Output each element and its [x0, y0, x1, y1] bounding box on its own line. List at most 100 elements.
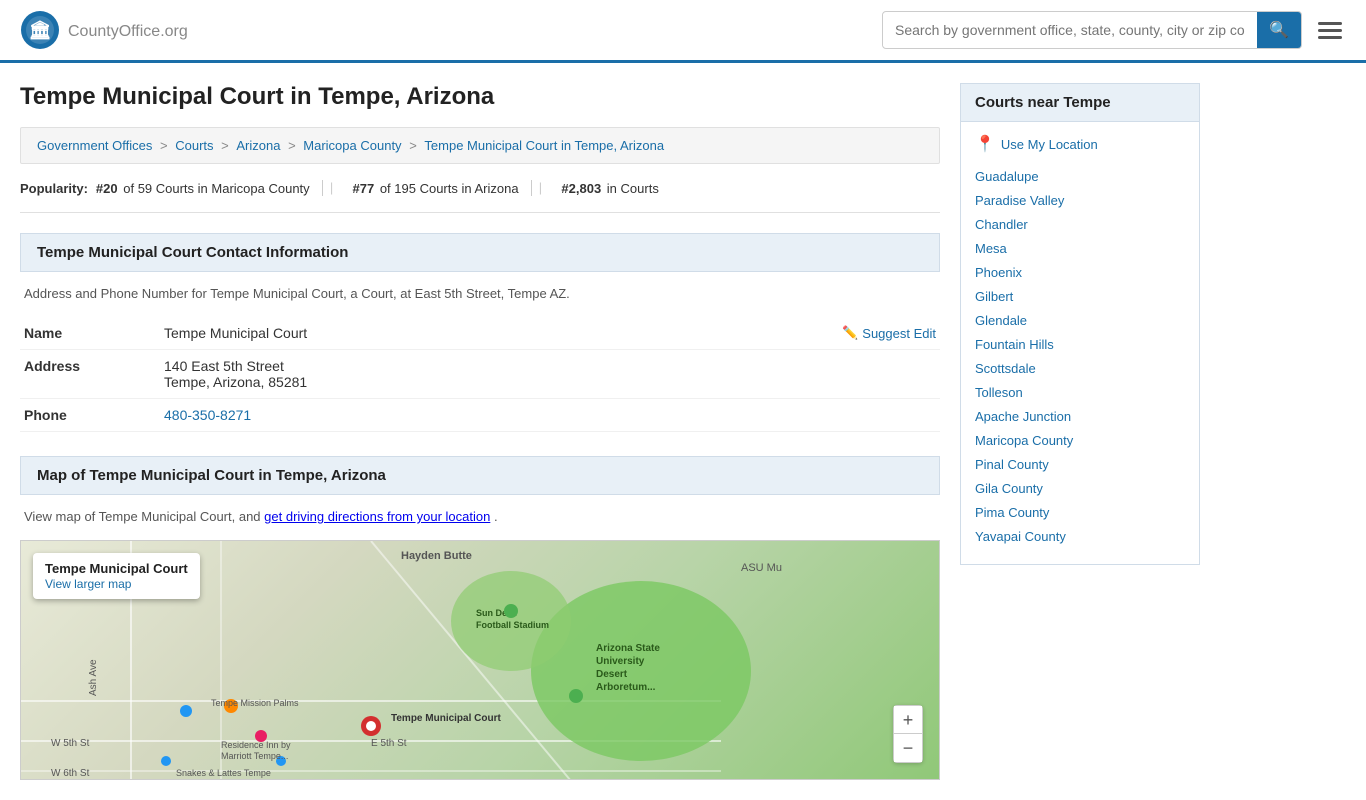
breadcrumb-link-1[interactable]: Courts: [175, 138, 213, 153]
table-row-address: Address 140 East 5th Street Tempe, Arizo…: [20, 350, 940, 399]
list-item: Pinal County: [975, 456, 1185, 472]
svg-text:W 6th St: W 6th St: [51, 768, 90, 779]
rank2: #77: [353, 181, 375, 196]
rank3-text: in Courts: [607, 181, 659, 196]
list-item: Fountain Hills: [975, 336, 1185, 352]
list-item: Tolleson: [975, 384, 1185, 400]
list-item: Paradise Valley: [975, 192, 1185, 208]
list-item: Glendale: [975, 312, 1185, 328]
svg-text:Tempe Municipal Court: Tempe Municipal Court: [391, 713, 501, 724]
view-larger-map-link[interactable]: View larger map: [45, 577, 131, 591]
list-item: Chandler: [975, 216, 1185, 232]
header-right: 🔍: [882, 11, 1346, 49]
rank1-text: of 59 Courts in Maricopa County: [123, 181, 309, 196]
svg-text:Marriott Tempe...: Marriott Tempe...: [221, 751, 288, 761]
list-item: Guadalupe: [975, 168, 1185, 184]
svg-text:E 5th St: E 5th St: [371, 738, 407, 749]
list-item: Phoenix: [975, 264, 1185, 280]
list-item: Pima County: [975, 504, 1185, 520]
svg-text:Tempe Mission Palms: Tempe Mission Palms: [211, 698, 299, 708]
search-button[interactable]: 🔍: [1257, 12, 1301, 48]
sidebar-link-10[interactable]: Apache Junction: [975, 409, 1071, 424]
name-value: Tempe Municipal Court: [164, 325, 307, 341]
main-container: Tempe Municipal Court in Tempe, Arizona …: [0, 63, 1366, 800]
header: 🏛 CountyOffice.org 🔍: [0, 0, 1366, 63]
suggest-edit-icon: ✏️: [842, 325, 858, 341]
search-input[interactable]: [883, 14, 1257, 46]
sidebar-link-7[interactable]: Fountain Hills: [975, 337, 1054, 352]
menu-button[interactable]: [1314, 18, 1346, 43]
breadcrumb-link-3[interactable]: Maricopa County: [303, 138, 401, 153]
svg-text:Hayden Butte: Hayden Butte: [401, 550, 472, 562]
svg-text:Arboretum...: Arboretum...: [596, 682, 656, 693]
logo[interactable]: 🏛 CountyOffice.org: [20, 10, 188, 50]
breadcrumb-link-2[interactable]: Arizona: [236, 138, 280, 153]
popularity-bar: Popularity: #20 of 59 Courts in Maricopa…: [20, 180, 940, 213]
map-section-header: Map of Tempe Municipal Court in Tempe, A…: [20, 456, 940, 495]
phone-label: Phone: [20, 399, 160, 432]
breadcrumb-link-4[interactable]: Tempe Municipal Court in Tempe, Arizona: [424, 138, 664, 153]
logo-text: CountyOffice.org: [68, 19, 188, 42]
list-item: Gilbert: [975, 288, 1185, 304]
rank3: #2,803: [561, 181, 601, 196]
sidebar-link-5[interactable]: Gilbert: [975, 289, 1013, 304]
map-container[interactable]: Arizona State University Desert Arboretu…: [20, 540, 940, 780]
logo-icon: 🏛: [20, 10, 60, 50]
sidebar-link-4[interactable]: Phoenix: [975, 265, 1022, 280]
use-location[interactable]: 📍 Use My Location: [975, 134, 1185, 154]
suggest-edit-button[interactable]: ✏️ Suggest Edit: [842, 325, 936, 341]
svg-text:Snakes & Lattes Tempe: Snakes & Lattes Tempe: [176, 768, 271, 778]
zoom-out-button[interactable]: −: [894, 734, 922, 762]
sidebar-link-3[interactable]: Mesa: [975, 241, 1007, 256]
svg-text:Ash Ave: Ash Ave: [88, 659, 99, 696]
page-title: Tempe Municipal Court in Tempe, Arizona: [20, 83, 940, 111]
sidebar-link-0[interactable]: Guadalupe: [975, 169, 1039, 184]
content-area: Tempe Municipal Court in Tempe, Arizona …: [20, 83, 940, 780]
phone-link[interactable]: 480-350-8271: [164, 407, 251, 423]
svg-text:Football Stadium: Football Stadium: [476, 620, 549, 630]
list-item: Mesa: [975, 240, 1185, 256]
sidebar: Courts near Tempe 📍 Use My Location Guad…: [960, 83, 1200, 780]
sidebar-link-9[interactable]: Tolleson: [975, 385, 1023, 400]
sidebar-link-13[interactable]: Gila County: [975, 481, 1043, 496]
sidebar-link-1[interactable]: Paradise Valley: [975, 193, 1064, 208]
sidebar-link-12[interactable]: Pinal County: [975, 457, 1049, 472]
map-placeholder: Arizona State University Desert Arboretu…: [21, 541, 939, 779]
sidebar-link-2[interactable]: Chandler: [975, 217, 1028, 232]
map-info-box: Tempe Municipal Court View larger map: [33, 553, 200, 599]
svg-text:Residence Inn by: Residence Inn by: [221, 740, 291, 750]
table-row-phone: Phone 480-350-8271: [20, 399, 940, 432]
svg-text:W 5th St: W 5th St: [51, 738, 90, 749]
address-line2: Tempe, Arizona, 85281: [164, 374, 936, 390]
sidebar-link-11[interactable]: Maricopa County: [975, 433, 1073, 448]
contact-section-header: Tempe Municipal Court Contact Informatio…: [20, 233, 940, 272]
list-item: Maricopa County: [975, 432, 1185, 448]
map-section: Map of Tempe Municipal Court in Tempe, A…: [20, 456, 940, 780]
list-item: Gila County: [975, 480, 1185, 496]
search-bar: 🔍: [882, 11, 1302, 49]
sidebar-link-8[interactable]: Scottsdale: [975, 361, 1036, 376]
rank2-text: of 195 Courts in Arizona: [380, 181, 519, 196]
rank1: #20: [96, 181, 118, 196]
list-item: Apache Junction: [975, 408, 1185, 424]
map-zoom-controls: + −: [893, 705, 923, 763]
svg-text:🏛: 🏛: [29, 20, 52, 40]
sidebar-header: Courts near Tempe: [960, 83, 1200, 122]
svg-text:ASU Mu: ASU Mu: [741, 562, 782, 574]
list-item: Yavapai County: [975, 528, 1185, 544]
list-item: Scottsdale: [975, 360, 1185, 376]
map-description: View map of Tempe Municipal Court, and g…: [20, 509, 940, 524]
svg-text:Desert: Desert: [596, 669, 628, 680]
breadcrumb-link-0[interactable]: Government Offices: [37, 138, 152, 153]
nearby-courts-list: Guadalupe Paradise Valley Chandler Mesa Phoe…: [975, 168, 1185, 544]
contact-info-table: Name Tempe Municipal Court ✏️ Suggest Ed…: [20, 317, 940, 432]
sidebar-link-6[interactable]: Glendale: [975, 313, 1027, 328]
sidebar-link-15[interactable]: Yavapai County: [975, 529, 1066, 544]
name-label: Name: [20, 317, 160, 350]
directions-link[interactable]: get driving directions from your locatio…: [264, 509, 490, 524]
sidebar-link-14[interactable]: Pima County: [975, 505, 1049, 520]
svg-text:University: University: [596, 656, 645, 667]
map-court-name: Tempe Municipal Court: [45, 561, 188, 576]
zoom-in-button[interactable]: +: [894, 706, 922, 734]
address-label: Address: [20, 350, 160, 399]
